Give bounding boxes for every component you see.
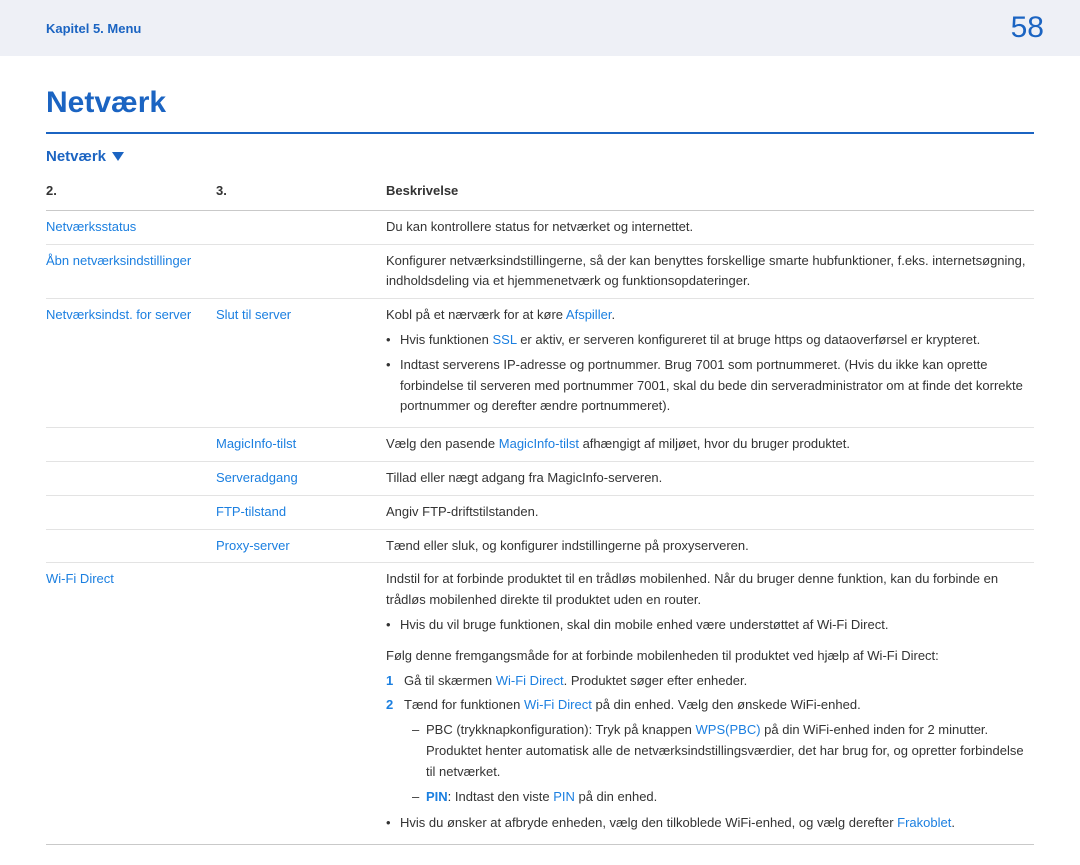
setting-name[interactable]: Åbn netværksindstillinger (46, 244, 216, 299)
subheading-label: Netværk (46, 148, 106, 165)
table-row: FTP-tilstand Angiv FTP-driftstilstanden. (46, 495, 1034, 529)
divider (46, 132, 1034, 134)
page-content: Netværk Netværk 2. 3. Beskrivelse Netvær… (0, 56, 1080, 865)
section-title: Netværk (46, 86, 1034, 120)
chevron-down-icon (112, 152, 124, 161)
inline-link[interactable]: Afspiller (566, 307, 612, 322)
settings-table: 2. 3. Beskrivelse Netværksstatus Du kan … (46, 175, 1034, 845)
table-row: Wi-Fi Direct Indstil for at forbinde pro… (46, 563, 1034, 845)
breadcrumb[interactable]: Kapitel 5. Menu (46, 21, 141, 36)
inline-link[interactable]: SSL (493, 332, 517, 347)
setting-desc: Vælg den pasende MagicInfo-tilst afhængi… (386, 428, 1034, 462)
table-row: Serveradgang Tillad eller nægt adgang fr… (46, 461, 1034, 495)
setting-name[interactable]: Netværksstatus (46, 210, 216, 244)
col-header-3: 3. (216, 175, 386, 210)
inline-link[interactable]: Wi-Fi Direct (524, 697, 592, 712)
setting-name[interactable]: Wi-Fi Direct (46, 563, 216, 845)
table-row: Åbn netværksindstillinger Konfigurer net… (46, 244, 1034, 299)
sub-setting-name[interactable]: Slut til server (216, 299, 386, 428)
inline-link[interactable]: MagicInfo-tilst (499, 436, 579, 451)
page-number: 58 (1011, 11, 1044, 45)
table-row: Proxy-server Tænd eller sluk, og konfigu… (46, 529, 1034, 563)
inline-link[interactable]: WPS(PBC) (696, 722, 761, 737)
table-row: MagicInfo-tilst Vælg den pasende MagicIn… (46, 428, 1034, 462)
setting-name[interactable]: Netværksindst. for server (46, 299, 216, 428)
setting-desc: Tillad eller nægt adgang fra MagicInfo-s… (386, 461, 1034, 495)
sub-setting-name[interactable]: FTP-tilstand (216, 495, 386, 529)
table-row: Netværksindst. for server Slut til serve… (46, 299, 1034, 428)
inline-link[interactable]: Frakoblet (897, 815, 951, 830)
setting-desc: Tænd eller sluk, og konfigurer indstilli… (386, 529, 1034, 563)
setting-desc: Kobl på et nærværk for at køre Afspiller… (386, 299, 1034, 428)
inline-link[interactable]: PIN (553, 789, 575, 804)
inline-link[interactable]: Wi-Fi Direct (496, 673, 564, 688)
inline-link[interactable]: PIN (426, 789, 448, 804)
setting-desc: Konfigurer netværksindstillingerne, så d… (386, 244, 1034, 299)
sub-setting-name[interactable]: MagicInfo-tilst (216, 428, 386, 462)
col-header-2: 2. (46, 175, 216, 210)
sub-setting-name[interactable]: Proxy-server (216, 529, 386, 563)
setting-desc: Angiv FTP-driftstilstanden. (386, 495, 1034, 529)
page-header: Kapitel 5. Menu 58 (0, 0, 1080, 56)
setting-desc: Du kan kontrollere status for netværket … (386, 210, 1034, 244)
sub-setting-name[interactable]: Serveradgang (216, 461, 386, 495)
section-subheading[interactable]: Netværk (46, 148, 1034, 165)
table-row: Netværksstatus Du kan kontrollere status… (46, 210, 1034, 244)
setting-desc: Indstil for at forbinde produktet til en… (386, 563, 1034, 845)
col-header-desc: Beskrivelse (386, 175, 1034, 210)
